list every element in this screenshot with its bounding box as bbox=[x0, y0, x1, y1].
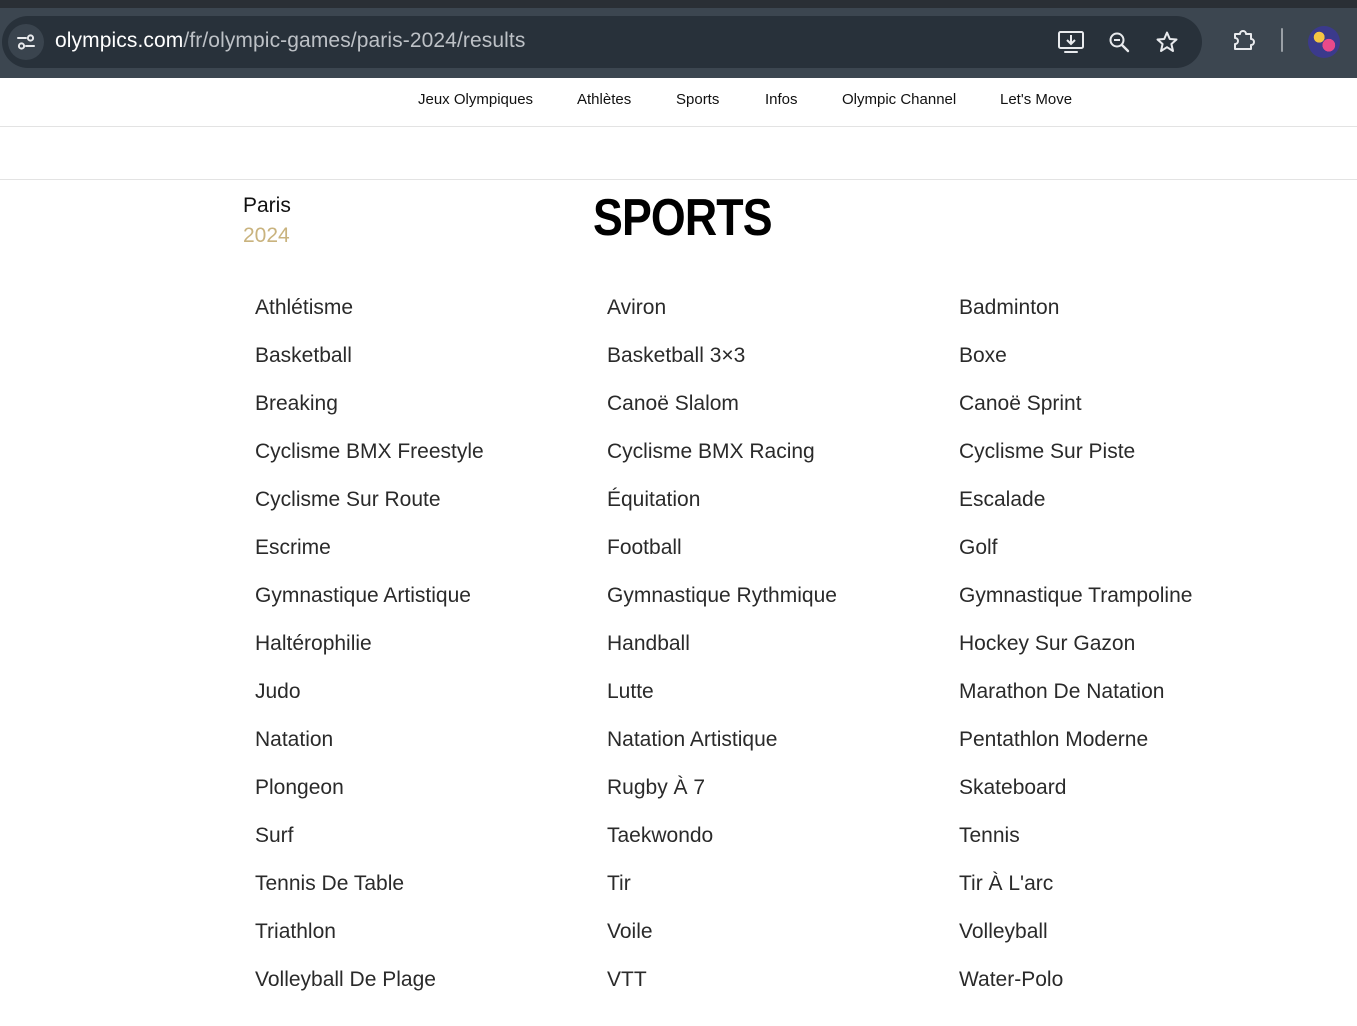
sport-link[interactable]: Gymnastique Trampoline bbox=[959, 582, 1299, 630]
nav-athletes[interactable]: Athlètes bbox=[577, 91, 631, 108]
sports-column-3: Badminton Boxe Canoë Sprint Cyclisme Sur… bbox=[959, 294, 1299, 1014]
sport-link[interactable]: Volleyball De Plage bbox=[255, 966, 595, 1014]
sport-link[interactable]: Tir À L'arc bbox=[959, 870, 1299, 918]
nav-lets-move[interactable]: Let's Move bbox=[1000, 91, 1072, 108]
sport-link[interactable]: Aviron bbox=[607, 294, 947, 342]
sport-link[interactable]: Pentathlon Moderne bbox=[959, 726, 1299, 774]
address-bar[interactable]: olympics.com/fr/olympic-games/paris-2024… bbox=[2, 16, 1202, 68]
install-app-icon[interactable] bbox=[1053, 24, 1089, 60]
sport-link[interactable]: Marathon De Natation bbox=[959, 678, 1299, 726]
divider bbox=[0, 179, 1357, 180]
sport-link[interactable]: Équitation bbox=[607, 486, 947, 534]
url-domain: olympics.com bbox=[55, 29, 184, 52]
sport-link[interactable]: Judo bbox=[255, 678, 595, 726]
zoom-icon[interactable] bbox=[1101, 24, 1137, 60]
sport-link[interactable]: Tennis De Table bbox=[255, 870, 595, 918]
sport-link[interactable]: Volleyball bbox=[959, 918, 1299, 966]
sport-link[interactable]: Escalade bbox=[959, 486, 1299, 534]
sport-link[interactable]: Canoë Sprint bbox=[959, 390, 1299, 438]
sport-link[interactable]: Gymnastique Artistique bbox=[255, 582, 595, 630]
sport-link[interactable]: Skateboard bbox=[959, 774, 1299, 822]
page-title: SPORTS bbox=[593, 189, 773, 247]
nav-olympic-channel[interactable]: Olympic Channel bbox=[842, 91, 956, 108]
star-icon[interactable] bbox=[1149, 24, 1185, 60]
site-info-icon[interactable] bbox=[8, 24, 44, 60]
nav-sports[interactable]: Sports bbox=[676, 91, 719, 108]
sport-link[interactable]: Boxe bbox=[959, 342, 1299, 390]
sport-link[interactable]: Rugby À 7 bbox=[607, 774, 947, 822]
sport-link[interactable]: Lutte bbox=[607, 678, 947, 726]
sport-link[interactable]: Escrime bbox=[255, 534, 595, 582]
sport-link[interactable]: Handball bbox=[607, 630, 947, 678]
sport-link[interactable]: Natation bbox=[255, 726, 595, 774]
event-city[interactable]: Paris bbox=[243, 194, 291, 218]
tab-strip bbox=[0, 0, 1357, 8]
sport-link[interactable]: Gymnastique Rythmique bbox=[607, 582, 947, 630]
avatar[interactable] bbox=[1308, 26, 1340, 58]
sport-link[interactable]: Football bbox=[607, 534, 947, 582]
sport-link[interactable]: Cyclisme BMX Racing bbox=[607, 438, 947, 486]
sports-column-2: Aviron Basketball 3×3 Canoë Slalom Cycli… bbox=[607, 294, 947, 1014]
sport-link[interactable]: Hockey Sur Gazon bbox=[959, 630, 1299, 678]
sport-link[interactable]: Natation Artistique bbox=[607, 726, 947, 774]
sport-link[interactable]: Cyclisme Sur Piste bbox=[959, 438, 1299, 486]
sport-link[interactable]: Triathlon bbox=[255, 918, 595, 966]
nav-jeux-olympiques[interactable]: Jeux Olympiques bbox=[418, 91, 533, 108]
nav-infos[interactable]: Infos bbox=[765, 91, 798, 108]
sport-link[interactable]: Tennis bbox=[959, 822, 1299, 870]
browser-toolbar: olympics.com/fr/olympic-games/paris-2024… bbox=[0, 0, 1357, 78]
sport-link[interactable]: Tir bbox=[607, 870, 947, 918]
url-text[interactable]: olympics.com/fr/olympic-games/paris-2024… bbox=[55, 29, 525, 53]
sport-link[interactable]: Water-Polo bbox=[959, 966, 1299, 1014]
toolbar-separator bbox=[1281, 28, 1283, 52]
event-year[interactable]: 2024 bbox=[243, 224, 290, 248]
sport-link[interactable]: Cyclisme Sur Route bbox=[255, 486, 595, 534]
sport-link[interactable]: Basketball 3×3 bbox=[607, 342, 947, 390]
sport-link[interactable]: Plongeon bbox=[255, 774, 595, 822]
sport-link[interactable]: Surf bbox=[255, 822, 595, 870]
sport-link[interactable]: VTT bbox=[607, 966, 947, 1014]
sport-link[interactable]: Athlétisme bbox=[255, 294, 595, 342]
sport-link[interactable]: Taekwondo bbox=[607, 822, 947, 870]
sports-column-1: Athlétisme Basketball Breaking Cyclisme … bbox=[255, 294, 595, 1014]
site-nav: Jeux Olympiques Athlètes Sports Infos Ol… bbox=[0, 78, 1357, 127]
url-path: /fr/olympic-games/paris-2024/results bbox=[183, 29, 526, 52]
sport-link[interactable]: Cyclisme BMX Freestyle bbox=[255, 438, 595, 486]
sport-link[interactable]: Voile bbox=[607, 918, 947, 966]
sport-link[interactable]: Basketball bbox=[255, 342, 595, 390]
sport-link[interactable]: Canoë Slalom bbox=[607, 390, 947, 438]
sport-link[interactable]: Golf bbox=[959, 534, 1299, 582]
sport-link[interactable]: Haltérophilie bbox=[255, 630, 595, 678]
sport-link[interactable]: Badminton bbox=[959, 294, 1299, 342]
sport-link[interactable]: Breaking bbox=[255, 390, 595, 438]
puzzle-icon[interactable] bbox=[1225, 21, 1261, 57]
